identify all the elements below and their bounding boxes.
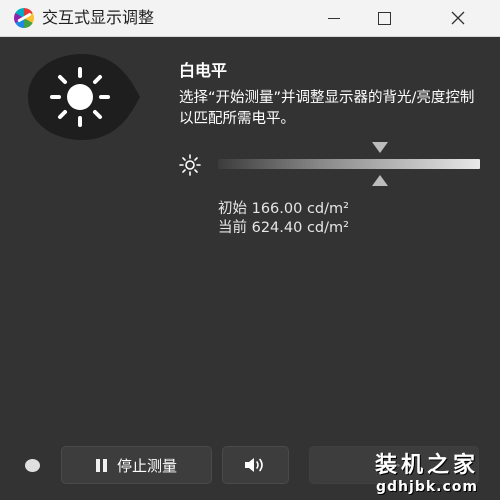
watermark-url: gdhjbk.com [376,479,478,495]
sun-badge [28,54,140,140]
speaker-icon [244,458,263,472]
close-icon [451,11,465,25]
instruction-text: 选择“开始测量”并调整显示器的背光/亮度控制以匹配所需电平。 [179,90,475,127]
brightness-icon [179,154,201,176]
stop-measurement-label: 停止测量 [116,456,177,475]
target-level-marker [372,142,389,153]
brightness-level-bar [218,159,480,169]
title-bar: 交互式显示调整 [0,0,500,37]
status-dot-icon [25,459,40,472]
current-level-marker [372,175,389,186]
close-button[interactable] [436,0,480,36]
watermark: 装机之家 gdhjbk.com [372,447,482,495]
watermark-brand: 装机之家 [374,453,479,478]
window-title: 交互式显示调整 [42,8,155,27]
stop-measurement-button[interactable]: 停止测量 [61,446,212,484]
sun-icon [50,67,110,127]
pause-icon [95,458,107,472]
colorimeter-app-icon [14,8,34,28]
initial-reading: 初始 166.00 cd/m² [218,201,349,217]
section-heading: 白电平 [179,61,228,80]
maximize-icon [377,11,391,25]
sound-toggle-button[interactable] [222,446,289,484]
minimize-icon [328,17,340,19]
current-reading: 当前 624.40 cd/m² [218,220,349,236]
app-window: 交互式显示调整 白电平 选择“开始测量”并调整显示器的背光/亮度控制以匹配所需电… [0,0,500,500]
minimize-button[interactable] [312,0,356,36]
maximize-button[interactable] [362,0,406,36]
